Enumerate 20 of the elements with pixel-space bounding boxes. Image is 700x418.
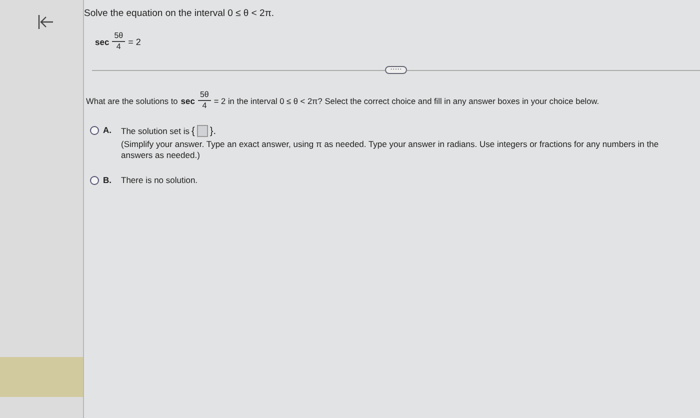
fraction-denominator: 4 <box>202 101 207 111</box>
fraction-numerator: 5θ <box>112 31 126 42</box>
brace: }. <box>210 126 216 136</box>
function-name: sec <box>95 36 110 46</box>
radio-button[interactable] <box>90 126 99 135</box>
fraction-denominator: 4 <box>116 42 121 52</box>
brace: { <box>192 126 195 136</box>
choice-text: There is no solution. <box>121 175 198 185</box>
choice-letter: B. <box>103 175 112 185</box>
choice-letter: A. <box>103 125 112 135</box>
question-text: = 2 in the interval 0 ≤ θ < 2π? Select the correct choice and fill in any answer boxes in your choice below. <box>214 96 600 106</box>
back-to-start-icon[interactable] <box>38 15 54 29</box>
question-text: What are the solutions to <box>86 96 178 106</box>
radio-button[interactable] <box>90 176 99 185</box>
equation-rhs: = 2 <box>128 36 141 46</box>
fraction-numerator: 5θ <box>198 90 211 101</box>
problem-instruction: Solve the equation on the interval 0 ≤ θ < 2π. <box>84 8 276 19</box>
answer-instructions: (Simplify your answer. Type an exact answer, using π as needed. Type your answer in radians. Use integers or fractions for any numbers in the answers as needed.) <box>121 139 660 161</box>
choice-text: The solution set is <box>121 126 190 136</box>
function-name: sec <box>180 96 195 106</box>
